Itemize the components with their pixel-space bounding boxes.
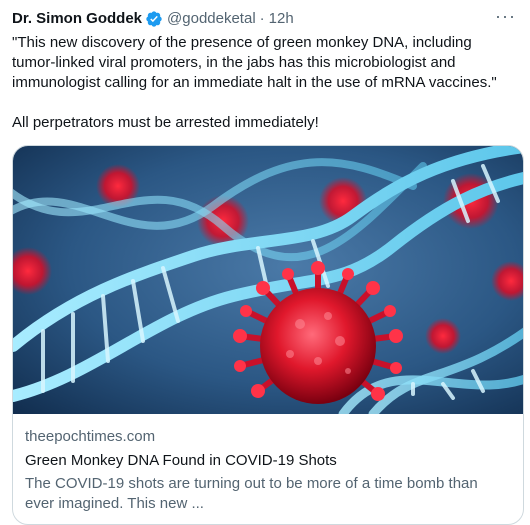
card-title[interactable]: Green Monkey DNA Found in COVID-19 Shots: [25, 451, 511, 471]
tweet-text: "This new discovery of the presence of g…: [12, 34, 497, 131]
card-image[interactable]: [13, 146, 523, 414]
more-options-icon[interactable]: ···: [495, 7, 516, 25]
tweet-time[interactable]: 12h: [269, 9, 294, 29]
card-domain[interactable]: theepochtimes.com: [25, 427, 511, 447]
separator-dot: ·: [259, 10, 265, 27]
author-handle[interactable]: @goddeketal: [167, 9, 256, 29]
link-card[interactable]: theepochtimes.com Green Monkey DNA Found…: [12, 145, 524, 525]
card-body: theepochtimes.com Green Monkey DNA Found…: [13, 414, 523, 514]
tweet[interactable]: Dr. Simon Goddek @goddeketal · 12h ··· "…: [0, 0, 530, 525]
card-description: The COVID-19 shots are turning out to be…: [25, 475, 478, 512]
author-name[interactable]: Dr. Simon Goddek: [12, 9, 142, 29]
verified-badge-icon[interactable]: [145, 10, 163, 28]
tweet-header: Dr. Simon Goddek @goddeketal · 12h: [12, 8, 524, 30]
